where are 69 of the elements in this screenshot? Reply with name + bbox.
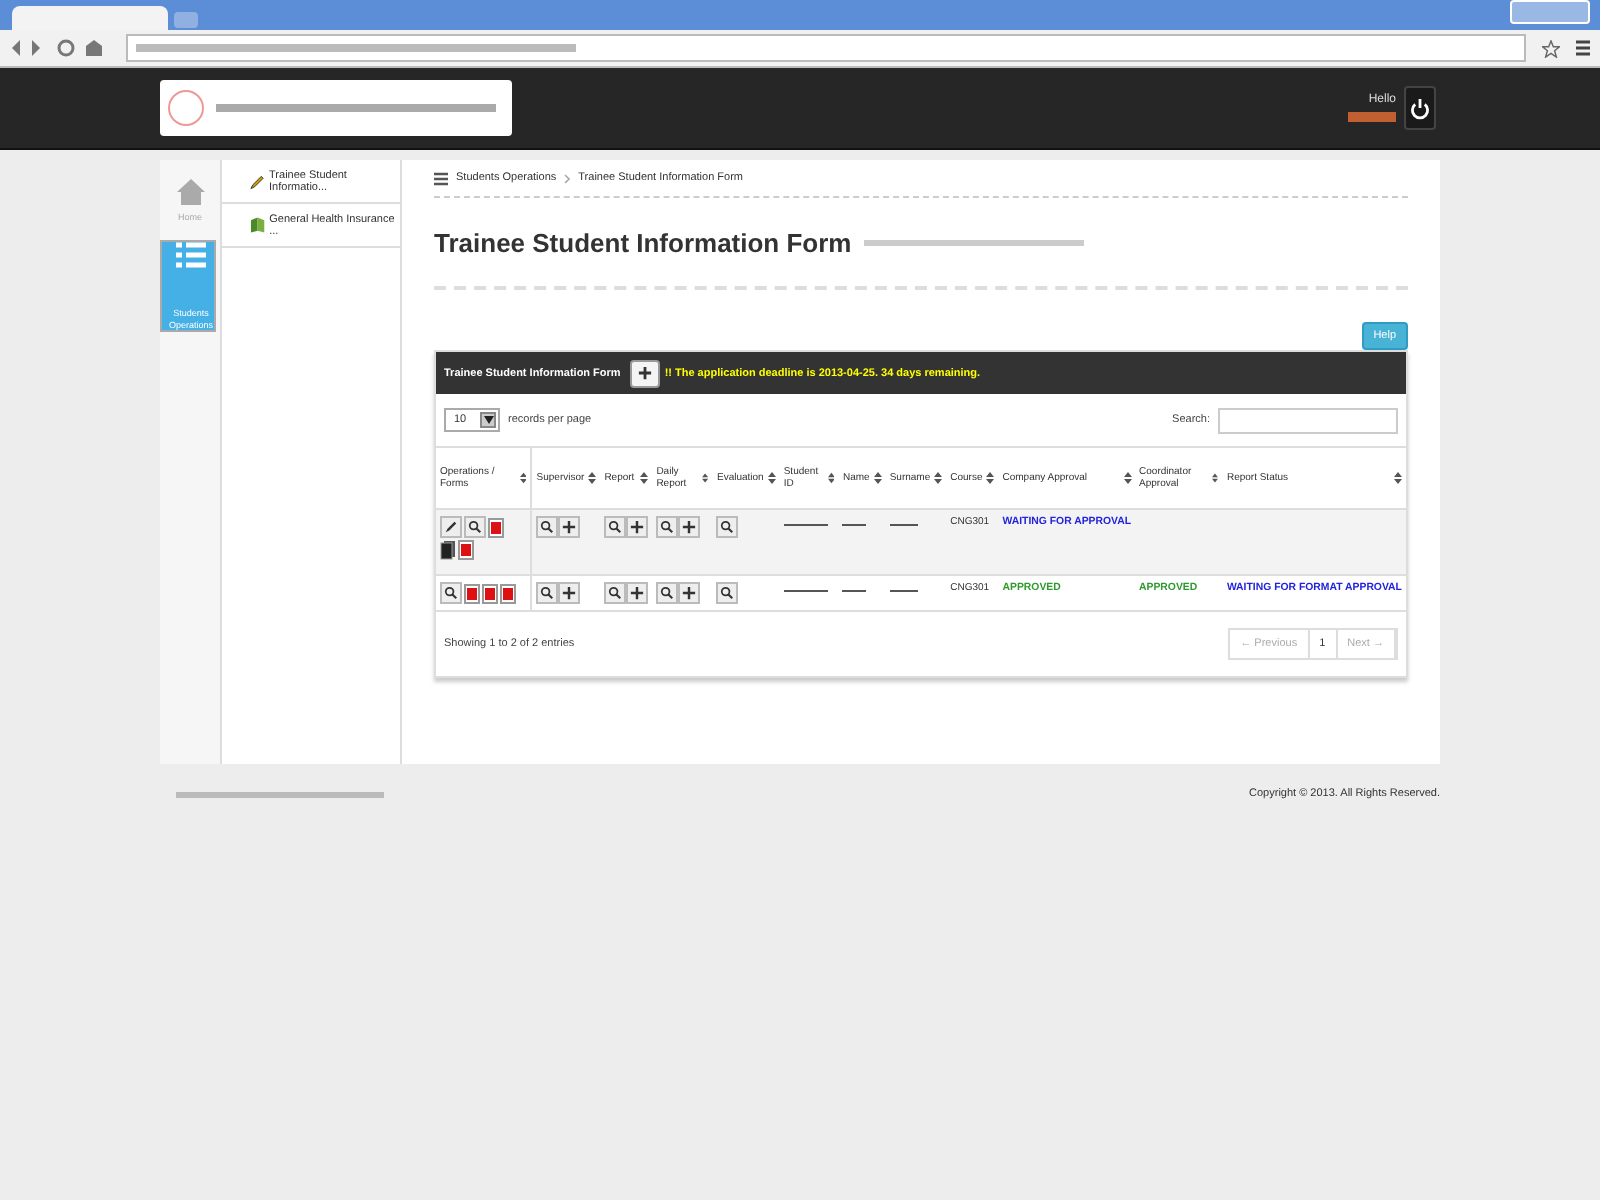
search-button[interactable] (464, 516, 486, 538)
pencil-icon (250, 173, 266, 189)
redacted-username (1348, 112, 1396, 122)
plus-icon (562, 520, 577, 534)
search-icon (720, 520, 735, 534)
list-icon (434, 171, 448, 185)
book-icon (250, 216, 266, 234)
chevron-icon (564, 173, 571, 183)
page-title: Trainee Student Information Form (434, 227, 852, 257)
sort-icon (1212, 472, 1219, 484)
add-button[interactable] (678, 516, 701, 538)
search-icon (720, 586, 735, 600)
plus-icon (562, 586, 577, 600)
star-icon[interactable] (1542, 39, 1560, 57)
search-button[interactable] (716, 516, 739, 538)
add-button[interactable] (558, 582, 581, 604)
home-icon (175, 177, 205, 206)
add-button[interactable] (626, 516, 649, 538)
power-icon (1410, 97, 1430, 119)
sort-icon (934, 472, 943, 484)
add-button[interactable] (626, 582, 649, 604)
search-button[interactable] (536, 516, 559, 538)
sort-icon (986, 472, 995, 484)
search-button[interactable] (604, 582, 627, 604)
add-button[interactable] (630, 359, 661, 387)
sort-icon (588, 472, 597, 484)
sort-icon (767, 472, 776, 484)
plus-icon (630, 586, 645, 600)
sort-icon (828, 472, 835, 484)
plus-icon (638, 366, 653, 380)
sort-icon (873, 472, 882, 484)
search-button[interactable] (656, 582, 679, 604)
plus-icon (630, 520, 645, 534)
sort-icon (702, 472, 709, 484)
add-button[interactable] (678, 582, 701, 604)
redacted-student-id (783, 586, 828, 592)
redacted-surname (889, 520, 918, 526)
search-button[interactable] (440, 582, 462, 604)
search-icon (444, 586, 458, 600)
search-icon (608, 586, 623, 600)
logout-button[interactable] (1404, 86, 1436, 130)
sort-icon (1394, 472, 1402, 484)
search-button[interactable] (716, 582, 739, 604)
document-stack-icon[interactable] (440, 540, 456, 560)
search-button[interactable] (536, 582, 559, 604)
search-icon (468, 520, 482, 534)
sort-icon (519, 472, 527, 484)
search-icon (660, 586, 675, 600)
search-field[interactable] (1218, 407, 1398, 433)
caret-icon (483, 416, 493, 424)
sort-icon (1123, 472, 1132, 484)
search-button[interactable] (656, 516, 679, 538)
search-icon (608, 520, 623, 534)
redacted-name (842, 586, 867, 592)
sort-icon (640, 472, 649, 484)
list-icon (176, 242, 206, 268)
search-icon (540, 520, 555, 534)
plus-icon (682, 520, 697, 534)
pencil-icon (444, 520, 458, 534)
search-button[interactable] (604, 516, 627, 538)
edit-button[interactable] (440, 516, 462, 538)
redacted-name (842, 520, 867, 526)
search-icon (660, 520, 675, 534)
redacted-student-id (783, 520, 828, 526)
search-icon (540, 586, 555, 600)
add-button[interactable] (558, 516, 581, 538)
redacted-surname (889, 586, 918, 592)
menu-icon[interactable] (1576, 40, 1590, 56)
plus-icon (682, 586, 697, 600)
